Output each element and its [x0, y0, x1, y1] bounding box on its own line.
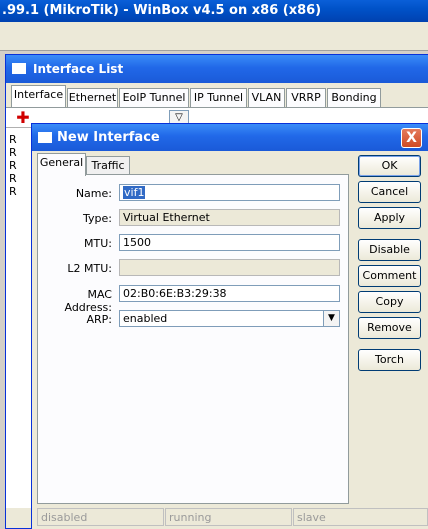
row-flag: R [9, 185, 17, 198]
status-slave: slave [293, 508, 428, 526]
general-form: Name: vif1 Type: Virtual Ethernet MTU: 1… [37, 174, 349, 504]
row-flag: R [9, 172, 17, 185]
mtu-input[interactable]: 1500 [119, 234, 340, 251]
type-label: Type: [83, 212, 112, 225]
window-icon [12, 63, 26, 74]
copy-button[interactable]: Copy [358, 291, 421, 313]
mac-address-input[interactable]: 02:B0:6E:B3:29:38 [119, 285, 340, 302]
app-title-bar: .99.1 (MikroTik) - WinBox v4.5 on x86 (x… [0, 0, 428, 22]
arp-select[interactable]: enabled ▼ [119, 310, 340, 327]
mac-address-label: MAC Address: [64, 288, 112, 314]
l2mtu-label: L2 MTU: [67, 262, 112, 275]
status-disabled: disabled [37, 508, 164, 526]
name-input[interactable]: vif1 [119, 184, 340, 201]
apply-button[interactable]: Apply [358, 207, 421, 229]
torch-button[interactable]: Torch [358, 349, 421, 371]
dialog-title-bar[interactable]: New Interface X [32, 124, 428, 151]
disable-button[interactable]: Disable [358, 239, 421, 261]
new-interface-dialog: New Interface X General Traffic Name: vi… [31, 123, 428, 529]
cancel-button[interactable]: Cancel [358, 181, 421, 203]
close-button[interactable]: X [401, 128, 422, 148]
chevron-down-icon: ▼ [328, 313, 335, 323]
plus-icon: ✚ [16, 108, 30, 127]
l2mtu-field [119, 259, 340, 276]
tab-general[interactable]: General [37, 153, 86, 176]
dialog-title: New Interface [57, 130, 160, 145]
interface-list-tabs: Interface Ethernet EoIP Tunnel IP Tunnel… [6, 85, 428, 107]
comment-button[interactable]: Comment [358, 265, 421, 287]
window-icon [38, 132, 52, 143]
arp-dropdown-button[interactable]: ▼ [323, 311, 339, 326]
dialog-status-bar: disabled running slave [37, 508, 428, 528]
row-flag: R [9, 133, 17, 146]
arp-value: enabled [123, 312, 168, 325]
dialog-tabs: General Traffic [37, 153, 353, 176]
tab-interface[interactable]: Interface [11, 85, 66, 107]
tab-vrrp[interactable]: VRRP [286, 88, 326, 107]
remove-button[interactable]: Remove [358, 317, 421, 339]
tab-eoip-tunnel[interactable]: EoIP Tunnel [119, 88, 189, 107]
arp-label: ARP: [86, 313, 112, 326]
interface-list-title-bar[interactable]: Interface List [6, 55, 428, 83]
interface-list-title: Interface List [33, 62, 124, 76]
status-running: running [165, 508, 292, 526]
close-icon: X [406, 130, 417, 146]
app-title: .99.1 (MikroTik) - WinBox v4.5 on x86 (x… [2, 3, 322, 18]
mtu-label: MTU: [84, 237, 112, 250]
tab-ethernet[interactable]: Ethernet [67, 88, 118, 107]
tab-ip-tunnel[interactable]: IP Tunnel [190, 88, 247, 107]
app-menubar [0, 22, 428, 51]
type-field: Virtual Ethernet [119, 209, 340, 226]
filter-icon: ▽ [175, 112, 183, 123]
row-flag: R [9, 146, 17, 159]
tab-vlan[interactable]: VLAN [248, 88, 285, 107]
name-label: Name: [75, 187, 112, 200]
name-value: vif1 [123, 186, 146, 199]
tab-traffic[interactable]: Traffic [86, 156, 130, 175]
ok-button[interactable]: OK [358, 155, 421, 177]
row-flag: R [9, 159, 17, 172]
tab-bonding[interactable]: Bonding [327, 88, 381, 107]
